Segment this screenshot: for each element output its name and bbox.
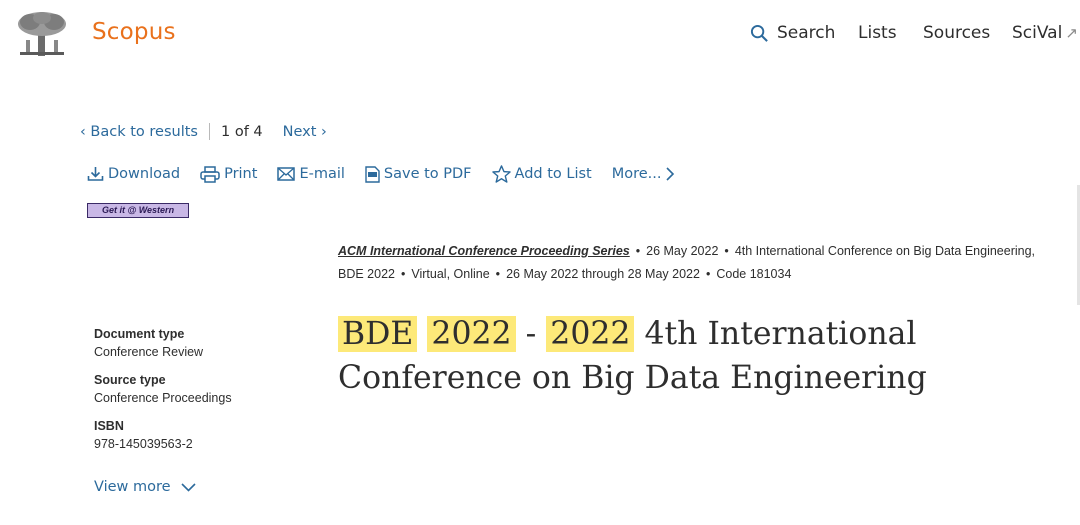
add-to-list-button[interactable]: Add to List bbox=[491, 165, 592, 183]
result-of-label: of bbox=[234, 123, 249, 140]
result-total: 4 bbox=[253, 123, 263, 140]
external-link-icon: ↗ bbox=[1065, 24, 1078, 42]
title-highlight: BDE bbox=[338, 316, 418, 352]
download-label: Download bbox=[108, 166, 181, 182]
result-position: 1 of 4 bbox=[221, 124, 263, 140]
result-index: 1 bbox=[220, 123, 231, 140]
star-icon bbox=[491, 165, 511, 183]
document-metadata: Document type Conference Review Source t… bbox=[94, 325, 232, 463]
printer-icon bbox=[200, 165, 220, 183]
envelope-icon bbox=[277, 167, 296, 181]
add-to-list-label: Add to List bbox=[514, 166, 592, 182]
bullet-separator: • bbox=[635, 244, 641, 258]
print-label: Print bbox=[224, 166, 258, 182]
email-label: E-mail bbox=[299, 166, 345, 182]
save-to-pdf-button[interactable]: Save to PDF bbox=[365, 165, 472, 183]
conference-dates: 26 May 2022 through 28 May 2022 bbox=[506, 267, 700, 281]
email-button[interactable]: E-mail bbox=[277, 166, 345, 182]
series-link[interactable]: ACM International Conference Proceeding … bbox=[338, 244, 630, 258]
download-icon bbox=[87, 167, 104, 181]
source-type-label: Source type bbox=[94, 373, 166, 387]
more-label: More... bbox=[611, 166, 662, 182]
conference-name: 4th International Conference on Big Data… bbox=[734, 244, 1036, 258]
pager-divider bbox=[208, 123, 210, 140]
publication-date: 26 May 2022 bbox=[646, 244, 719, 258]
source-type-value: Conference Proceedings bbox=[94, 391, 232, 405]
isbn-label: ISBN bbox=[94, 419, 124, 433]
bullet-separator: • bbox=[495, 267, 501, 281]
document-type-label: Document type bbox=[94, 327, 185, 341]
chevron-down-icon bbox=[181, 482, 196, 492]
conference-location: Virtual, Online bbox=[411, 267, 490, 281]
download-button[interactable]: Download bbox=[87, 166, 180, 182]
document-toolbar: Download Print E-mail Save to PDF Add to… bbox=[87, 165, 699, 183]
elsevier-tree-logo[interactable] bbox=[14, 10, 70, 60]
scopus-brand[interactable]: Scopus bbox=[92, 19, 176, 45]
back-to-results-label: Back to results bbox=[90, 123, 198, 140]
view-more-label: View more bbox=[94, 479, 171, 495]
nav-scival-label: SciVal bbox=[1012, 23, 1063, 43]
bullet-separator: • bbox=[724, 244, 729, 258]
next-label: Next bbox=[282, 123, 317, 140]
chevron-left-icon: ‹ bbox=[80, 123, 91, 140]
search-icon bbox=[750, 24, 768, 42]
conference-code: Code 181034 bbox=[716, 267, 792, 281]
bullet-separator: • bbox=[705, 267, 711, 281]
print-button[interactable]: Print bbox=[200, 165, 258, 183]
results-pager: ‹ Back to results 1 of 4 Next › bbox=[80, 123, 327, 140]
nav-scival[interactable]: SciVal ↗ bbox=[1012, 23, 1078, 43]
pdf-icon bbox=[365, 165, 380, 183]
document-type-value: Conference Review bbox=[94, 345, 204, 359]
back-to-results-link[interactable]: ‹ Back to results bbox=[80, 124, 198, 140]
chevron-right-icon: › bbox=[316, 123, 327, 140]
bullet-separator: • bbox=[400, 267, 406, 281]
conference-short: BDE 2022 bbox=[338, 267, 395, 281]
view-more-button[interactable]: View more bbox=[94, 479, 196, 495]
title-highlight: 2022 bbox=[546, 316, 635, 352]
title-highlight: 2022 bbox=[427, 316, 516, 352]
title-dash: - bbox=[525, 316, 537, 352]
nav-lists[interactable]: Lists bbox=[858, 23, 897, 43]
nav-search-label: Search bbox=[777, 23, 836, 43]
get-it-at-western-badge[interactable]: Get it @ Western bbox=[87, 203, 189, 218]
next-result-link[interactable]: Next › bbox=[283, 124, 327, 140]
save-to-pdf-label: Save to PDF bbox=[383, 166, 472, 182]
more-actions-button[interactable]: More... bbox=[612, 166, 679, 182]
chevron-right-icon bbox=[665, 167, 674, 181]
isbn-value: 978-145039563-2 bbox=[94, 437, 193, 451]
source-info: ACM International Conference Proceeding … bbox=[338, 240, 1068, 286]
document-title: BDE 2022 - 2022 4th International Confer… bbox=[338, 312, 1068, 400]
nav-search[interactable]: Search bbox=[750, 23, 835, 43]
top-header: Scopus Search Lists Sources SciVal ↗ bbox=[0, 0, 1080, 70]
nav-sources[interactable]: Sources bbox=[923, 23, 990, 43]
